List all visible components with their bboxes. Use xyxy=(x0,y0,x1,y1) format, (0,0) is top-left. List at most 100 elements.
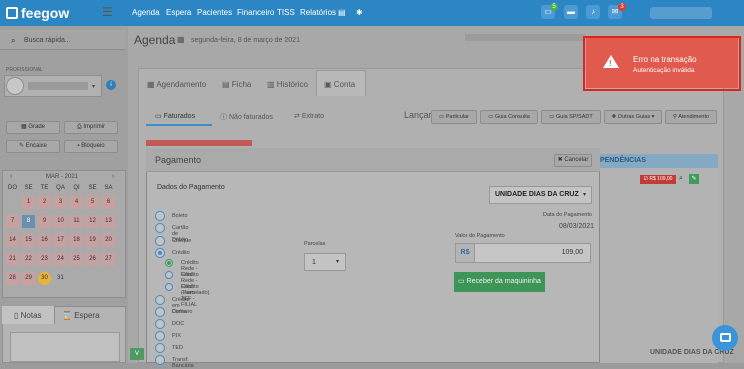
menu-toggle-icon[interactable]: ☰ xyxy=(102,5,113,19)
credit-option-radio[interactable] xyxy=(165,283,173,291)
calendar-day[interactable]: 24 xyxy=(54,253,67,266)
calendar-day[interactable]: 30 xyxy=(38,272,51,285)
calendar-day[interactable]: 1 xyxy=(22,196,35,209)
cancel-button[interactable]: ✖ Cancelar xyxy=(554,154,592,167)
subtab-nao-faturados[interactable]: ⓘ Não faturados xyxy=(220,112,273,122)
search-input[interactable]: Busca rápida... xyxy=(24,37,71,44)
calendar-day[interactable]: 18 xyxy=(70,234,83,247)
block-button[interactable]: ▪ Bloqueio xyxy=(64,140,118,153)
patient-info-blurred xyxy=(465,34,585,41)
section-title: Dados do Pagamento xyxy=(157,184,225,191)
payment-method-radio[interactable] xyxy=(155,248,165,258)
toast-title: Erro na transação xyxy=(633,55,697,64)
credit-option-radio[interactable] xyxy=(165,259,173,267)
calendar-grid: DO SE TE QA QI SE SA 1 2 3 4 5 6 7 8 9 10 11 12 13 14 15 16 17 1… xyxy=(4,172,122,300)
tasks-badge: 5 xyxy=(550,3,558,11)
calendar-day[interactable]: 23 xyxy=(38,253,51,266)
value-input[interactable]: 109,00 xyxy=(475,243,591,263)
chat-bubble-icon xyxy=(720,333,731,342)
calendar-day[interactable]: 31 xyxy=(54,272,67,285)
bell-icon[interactable]: ♪ xyxy=(586,5,600,19)
atendimento-button[interactable]: ⚲ Atendimento xyxy=(665,110,717,124)
payment-method-radio[interactable] xyxy=(155,295,165,305)
weekday-label: DO xyxy=(8,185,17,191)
calendar-day[interactable]: 29 xyxy=(22,272,35,285)
payment-method-radio[interactable] xyxy=(155,343,165,353)
grade-button[interactable]: ▦ Grade xyxy=(6,121,60,134)
subtab-faturados-label: ▭ Faturados xyxy=(155,113,196,120)
calendar-day[interactable]: 17 xyxy=(54,234,67,247)
calendar-day[interactable]: 22 xyxy=(22,253,35,266)
calendar-day[interactable]: 12 xyxy=(86,215,99,228)
calendar-day[interactable]: 15 xyxy=(22,234,35,247)
calendar-day[interactable]: 4 xyxy=(70,196,83,209)
info-icon[interactable]: i xyxy=(106,80,116,90)
whatsapp-icon[interactable]: V xyxy=(130,348,144,360)
calendar-day[interactable]: 13 xyxy=(102,215,115,228)
encaixe-button[interactable]: ✎ Encaixe xyxy=(6,140,60,153)
nav-agenda[interactable]: Agenda xyxy=(132,8,160,17)
card-icon[interactable]: ▬ xyxy=(564,5,578,19)
calendar-day[interactable]: 8 xyxy=(22,215,35,228)
calendar-day[interactable]: 20 xyxy=(102,234,115,247)
payment-method-radio[interactable] xyxy=(155,307,165,317)
subtab-extrato[interactable]: ⇄ Extrato xyxy=(294,112,324,120)
brand-logo[interactable]: feegow xyxy=(6,5,69,21)
payment-method-radio[interactable] xyxy=(155,355,165,365)
payment-method-radio[interactable] xyxy=(155,223,165,233)
zoom-icon[interactable]: ⌕ xyxy=(679,175,683,183)
guia-consulta-button[interactable]: ▭ Guia Consulta xyxy=(480,110,538,124)
edit-icon[interactable]: ✎ xyxy=(689,174,699,184)
unit-select-value: UNIDADE DIAS DA CRUZ xyxy=(495,191,579,198)
installments-label: Parcelas xyxy=(304,241,326,247)
calendar-day[interactable]: 6 xyxy=(102,196,115,209)
unit-chevron-icon: ▾ xyxy=(583,192,587,198)
calendar-day[interactable]: 25 xyxy=(70,253,83,266)
credit-option-radio[interactable] xyxy=(165,271,173,279)
print-button[interactable]: ⎙ Imprimir xyxy=(64,121,118,134)
calendar-day[interactable]: 27 xyxy=(102,253,115,266)
gear-icon[interactable]: ✱ xyxy=(356,8,363,17)
tab-agendamento[interactable]: ▦ Agendamento xyxy=(147,74,206,96)
tab-historico[interactable]: ▥ Histórico xyxy=(267,74,308,96)
user-menu[interactable] xyxy=(650,7,712,19)
calendar-day[interactable]: 16 xyxy=(38,234,51,247)
notes-textarea[interactable] xyxy=(10,332,120,362)
print-icon[interactable]: ▤ xyxy=(338,8,346,17)
professional-name xyxy=(28,82,88,90)
installments-value: 1 xyxy=(312,259,316,266)
payment-method-radio[interactable] xyxy=(155,211,165,221)
payment-method-radio[interactable] xyxy=(155,331,165,341)
page-title: Agenda xyxy=(134,33,176,47)
receive-button[interactable]: ▭ Receber da maquininha xyxy=(454,272,545,292)
calendar-day[interactable]: 26 xyxy=(86,253,99,266)
calendar-day[interactable]: 19 xyxy=(86,234,99,247)
installments-select[interactable] xyxy=(304,253,346,271)
nav-financeiro[interactable]: Financeiro xyxy=(237,8,274,17)
payment-method-label: Crédito xyxy=(172,250,190,256)
nav-pacientes[interactable]: Pacientes xyxy=(197,8,232,17)
nav-relatorios[interactable]: Relatórios xyxy=(300,8,336,17)
outras-guias-button[interactable]: ✚ Outras Guias ▾ xyxy=(604,110,662,124)
calendar-day[interactable]: 9 xyxy=(38,215,51,228)
particular-button[interactable]: ▭ Particular xyxy=(431,110,477,124)
amount-tag: ☑ R$ 109,00 xyxy=(640,175,676,184)
calendar-day[interactable]: 11 xyxy=(70,215,83,228)
tab-espera[interactable]: ⌛ Espera xyxy=(62,311,100,320)
calendar-day[interactable]: 21 xyxy=(6,253,19,266)
guia-sadt-button[interactable]: ▭ Guia SP/SADT xyxy=(541,110,601,124)
calendar-day[interactable]: 5 xyxy=(86,196,99,209)
payment-method-radio[interactable] xyxy=(155,236,165,246)
nav-espera[interactable]: Espera xyxy=(166,8,191,17)
chevron-down-icon: ▾ xyxy=(92,84,96,90)
weekday-label: QA xyxy=(56,185,65,191)
calendar-day[interactable]: 3 xyxy=(54,196,67,209)
calendar-day[interactable]: 2 xyxy=(38,196,51,209)
payment-method-radio[interactable] xyxy=(155,319,165,329)
calendar-day[interactable]: 10 xyxy=(54,215,67,228)
calendar-day[interactable]: 7 xyxy=(6,215,19,228)
calendar-day[interactable]: 14 xyxy=(6,234,19,247)
calendar-day[interactable]: 28 xyxy=(6,272,19,285)
nav-tiss[interactable]: TISS xyxy=(277,8,295,17)
tab-ficha[interactable]: ▤ Ficha xyxy=(222,74,251,96)
